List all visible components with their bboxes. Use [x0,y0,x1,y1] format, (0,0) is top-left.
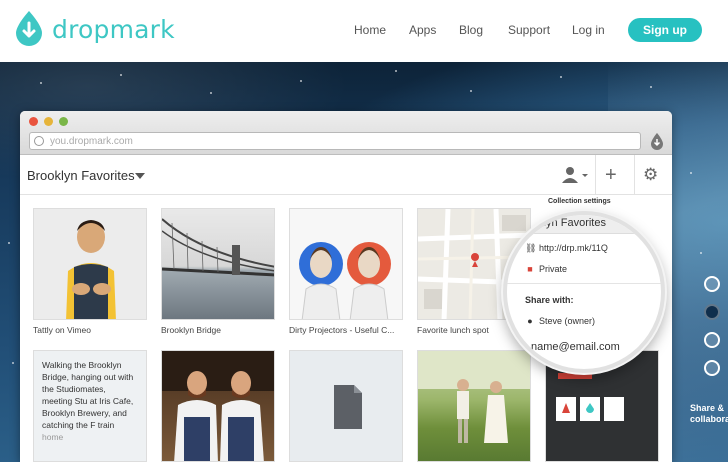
item-caption: Brooklyn Bridge [161,325,222,335]
item-caption: Dirty Projectors - Useful C... [289,325,395,335]
privacy-label: Private [539,264,568,274]
member-row: ● Steve (owner) [525,316,595,326]
grid-item[interactable] [289,350,403,462]
share-url: http://drp.mk/11Q [539,243,608,253]
globe-icon [34,136,44,146]
item-caption: Tattly on Vimeo [33,325,91,335]
document-icon [334,385,362,429]
grid-item[interactable]: Dirty Projectors - Useful C... [289,208,403,335]
star [120,74,122,76]
settings-magnifier: oklyn Favorites ⛓ http://drp.mk/11Q ■ Priv… [503,211,665,373]
grid-item[interactable]: Tattly on Vimeo [33,208,147,335]
star [650,86,652,88]
star [210,92,212,94]
minimize-window-button[interactable] [44,117,53,126]
grid-item[interactable]: Walking the Brooklyn Bridge, hanging out… [33,350,147,462]
star [470,90,472,92]
share-url-row[interactable]: ⛓ http://drp.mk/11Q [525,243,608,254]
note-body: Walking the Brooklyn Bridge, hanging out… [42,360,134,430]
top-navigation: dropmark Home Apps Blog Support Log in S… [0,0,728,62]
star [560,76,562,78]
text-note-card: Walking the Brooklyn Bridge, hanging out… [33,350,147,462]
star [12,362,14,364]
star [395,70,397,72]
thumbnail-image [161,350,275,462]
divider [507,283,661,284]
grid-item[interactable] [161,350,275,462]
link-icon: ⛓ [525,243,537,253]
toolbar-divider [634,155,635,195]
nav-link-apps[interactable]: Apps [409,23,436,37]
collection-name-field[interactable]: oklyn Favorites [521,215,661,234]
gear-icon[interactable]: ⚙ [643,165,658,185]
slide-dot[interactable] [704,360,720,376]
note-fade-text: home [42,432,64,442]
nav-link-support[interactable]: Support [508,23,550,37]
collection-title[interactable]: Brooklyn Favorites [27,168,135,183]
chevron-down-icon[interactable] [135,173,145,179]
slide-dot[interactable] [704,276,720,292]
thumbnail-image [161,208,275,320]
grid-item[interactable]: Brooklyn Bridge [161,208,275,335]
email-input[interactable]: name@email.com [531,341,620,353]
add-item-icon[interactable]: + [605,165,617,185]
browser-chrome: you.dropmark.com [20,111,672,155]
user-icon: ● [527,316,533,326]
star [8,242,10,244]
star [700,252,702,254]
user-menu-icon[interactable] [560,164,590,186]
collection-settings-label: Collection settings [548,198,611,205]
thumbnail-image [33,208,147,320]
thumbnail-image [289,208,403,320]
address-text: you.dropmark.com [50,136,133,147]
file-thumbnail [289,350,403,462]
star [300,80,302,82]
lock-icon: ■ [527,264,533,274]
star [40,82,42,84]
signup-button[interactable]: Sign up [628,18,702,42]
dropmark-logo[interactable]: dropmark [14,10,175,48]
logo-text: dropmark [52,14,175,44]
star [690,172,692,174]
share-with-label: Share with: [525,295,574,305]
slide-dot[interactable] [704,332,720,348]
nav-link-home[interactable]: Home [354,23,386,37]
toolbar-divider [595,155,596,195]
close-window-button[interactable] [29,117,38,126]
hero-share-text: Share & collabora [690,403,728,424]
dropmark-extension-icon[interactable] [650,132,664,150]
member-name: Steve (owner) [539,316,596,326]
address-bar[interactable]: you.dropmark.com [29,132,641,150]
drop-logo-icon [16,11,42,46]
privacy-row[interactable]: ■ Private [525,264,567,274]
maximize-window-button[interactable] [59,117,68,126]
collection-toolbar: Brooklyn Favorites + ⚙ [20,155,672,195]
nav-link-login[interactable]: Log in [572,23,605,37]
nav-link-blog[interactable]: Blog [459,23,483,37]
slide-dot-active[interactable] [704,304,720,320]
